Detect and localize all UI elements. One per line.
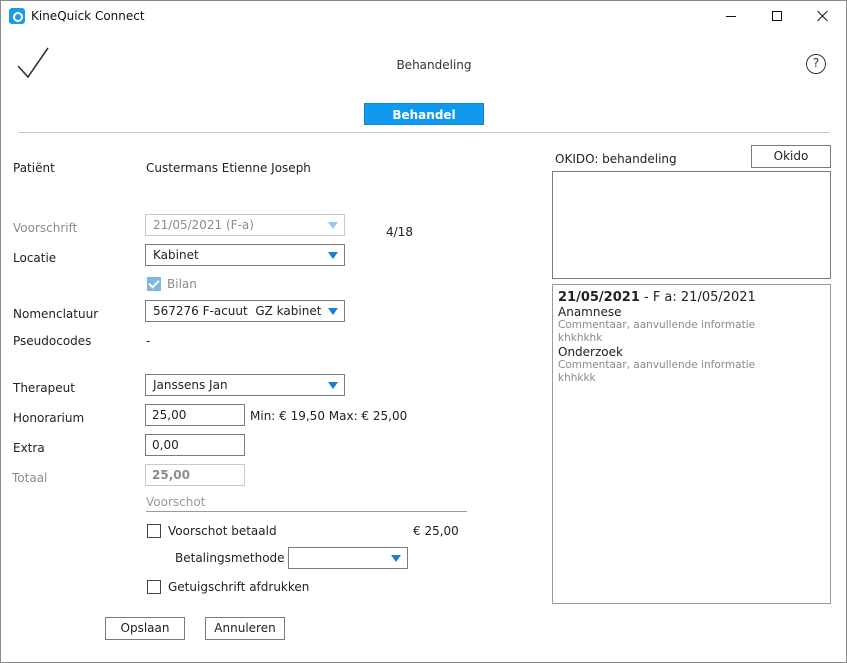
therapeut-select[interactable]: Janssens Jan [145, 374, 345, 396]
history-date: 21/05/2021 [558, 290, 640, 305]
dropdown-arrow-icon [328, 308, 338, 315]
kinequick-logo-icon [9, 8, 25, 24]
title-bar[interactable]: KineQuick Connect [1, 1, 846, 31]
window-title: KineQuick Connect [31, 9, 145, 23]
dropdown-arrow-icon [328, 252, 338, 259]
therapeut-label: Therapeut [13, 381, 75, 395]
voorschot-betaald-checkbox[interactable] [147, 524, 161, 538]
history-section-text: khkhkhk [558, 332, 603, 344]
honorarium-input[interactable]: 25,00 [145, 404, 245, 426]
confirm-button[interactable] [15, 45, 53, 81]
dropdown-arrow-icon [328, 222, 338, 229]
maximize-icon [772, 11, 782, 21]
checkmark-icon [17, 47, 49, 79]
betalingsmethode-label: Betalingsmethode [175, 551, 285, 565]
locatie-select[interactable]: Kabinet [145, 244, 345, 266]
header-divider [18, 132, 830, 133]
betalingsmethode-select[interactable] [288, 547, 408, 569]
save-button[interactable]: Opslaan [105, 617, 185, 640]
history-section-title: Onderzoek [558, 345, 623, 359]
bilan-checkbox[interactable] [147, 277, 161, 291]
extra-label: Extra [13, 441, 45, 455]
voorschrift-count: 4/18 [386, 225, 413, 239]
close-icon [817, 10, 829, 22]
help-icon: ? [812, 56, 820, 70]
pseudocodes-value: - [146, 334, 151, 348]
close-button[interactable] [800, 1, 846, 31]
voorschrift-label: Voorschrift [13, 221, 78, 235]
help-button[interactable]: ? [806, 54, 826, 74]
voorschrift-select[interactable]: 21/05/2021 (F-a) [145, 214, 345, 236]
dropdown-arrow-icon [391, 555, 401, 562]
history-section-hint: Commentaar, aanvullende informatie [558, 359, 756, 371]
voorschot-section-label: Voorschot [146, 495, 206, 509]
history-section-hint: Commentaar, aanvullende informatie [558, 319, 756, 331]
voorschot-amount: € 25,00 [413, 524, 459, 538]
getuigschrift-checkbox[interactable] [147, 580, 161, 594]
locatie-value: Kabinet [153, 248, 199, 262]
therapeut-value: Janssens Jan [153, 378, 228, 392]
history-header: 21/05/2021 - F a: 21/05/2021 [558, 290, 756, 305]
locatie-label: Locatie [13, 251, 57, 265]
voorschot-betaald-label: Voorschot betaald [168, 524, 277, 538]
dropdown-arrow-icon [328, 382, 338, 389]
history-header-rest: - F a: 21/05/2021 [639, 290, 756, 305]
totaal-input: 25,00 [145, 464, 245, 486]
voorschrift-value: 21/05/2021 (F-a) [153, 218, 254, 232]
okido-button[interactable]: Okido [751, 145, 831, 168]
maximize-button[interactable] [754, 1, 800, 31]
okido-textarea[interactable] [552, 171, 831, 279]
voorschot-divider [146, 511, 467, 512]
pseudocodes-label: Pseudocodes [13, 334, 92, 348]
okido-label: OKIDO: behandeling [555, 152, 677, 166]
patient-value: Custermans Etienne Joseph [146, 161, 311, 175]
app-window: KineQuick Connect Behandeling ? Behandel… [0, 0, 847, 663]
nomenclatuur-select[interactable]: 567276 F-acuut GZ kabinet [145, 300, 345, 322]
minimize-icon [726, 15, 736, 17]
bilan-label: Bilan [167, 277, 197, 291]
getuigschrift-label: Getuigschrift afdrukken [168, 580, 310, 594]
history-section-title: Anamnese [558, 305, 622, 319]
honorarium-range: Min: € 19,50 Max: € 25,00 [250, 409, 408, 423]
tab-behandel[interactable]: Behandel [364, 103, 484, 125]
nomenclatuur-label: Nomenclatuur [13, 307, 99, 321]
extra-input[interactable]: 0,00 [145, 434, 245, 456]
patient-label: Patiënt [13, 161, 55, 175]
honorarium-label: Honorarium [13, 411, 85, 425]
nomenclatuur-value: 567276 F-acuut GZ kabinet [153, 304, 322, 318]
cancel-button[interactable]: Annuleren [205, 617, 285, 640]
treatment-history-panel[interactable]: 21/05/2021 - F a: 21/05/2021 Anamnese Co… [552, 284, 831, 604]
history-section-text: khhkkk [558, 372, 596, 384]
page-title: Behandeling [396, 58, 472, 72]
totaal-label: Totaal [12, 471, 48, 485]
minimize-button[interactable] [708, 1, 754, 31]
